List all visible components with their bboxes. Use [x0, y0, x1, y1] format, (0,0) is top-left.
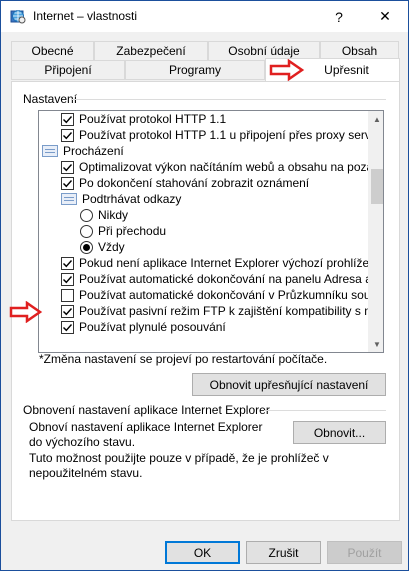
window-title: Internet – vlastnosti: [33, 9, 138, 23]
category-label: Procházení: [63, 144, 124, 158]
tab-zabezpeceni[interactable]: Zabezpečení: [94, 41, 208, 61]
ok-button[interactable]: OK: [165, 541, 240, 564]
tab-label: Upřesnit: [324, 63, 369, 77]
tab-label: Osobní údaje: [228, 44, 300, 58]
cancel-button[interactable]: Zrušit: [246, 541, 321, 564]
title-bar[interactable]: Internet – vlastnosti ? ✕: [1, 1, 408, 32]
apply-button: Použít: [327, 541, 402, 564]
settings-group-title: Nastavení: [23, 92, 78, 106]
category-icon: [42, 145, 58, 157]
radio-button[interactable]: [80, 224, 93, 238]
setting-category: Procházení: [42, 143, 124, 159]
button-label: Zrušit: [268, 545, 299, 560]
settings-tree[interactable]: Používat protokol HTTP 1.1 Používat prot…: [38, 110, 384, 353]
button-label: Obnovit upřesňující nastavení: [209, 377, 369, 392]
setting-item[interactable]: Používat protokol HTTP 1.1 u připojení p…: [61, 127, 382, 143]
reset-section-title: Obnovení nastavení aplikace Internet Exp…: [23, 403, 270, 417]
checkbox[interactable]: [61, 128, 74, 142]
annotation-arrow-icon: [269, 59, 305, 81]
tab-label: Programy: [168, 63, 221, 77]
checkbox[interactable]: [61, 160, 74, 174]
reset-warning-text: Tuto možnost použijte pouze v případě, ž…: [29, 451, 329, 480]
setting-radio-item[interactable]: Nikdy: [80, 207, 128, 223]
category-icon: [61, 193, 77, 205]
setting-item[interactable]: Po dokončení stahování zobrazit oznámení: [61, 175, 309, 191]
category-label: Podtrhávat odkazy: [82, 192, 182, 206]
checkbox[interactable]: [61, 320, 74, 334]
setting-label: Vždy: [98, 240, 125, 254]
scroll-down-icon[interactable]: ▼: [369, 336, 383, 352]
setting-label: Používat pasivní režim FTP k zajištění k…: [79, 304, 384, 318]
checkbox[interactable]: [61, 272, 74, 286]
setting-radio-item[interactable]: Při přechodu: [80, 223, 166, 239]
radio-button-selected[interactable]: [80, 240, 93, 254]
checkbox[interactable]: [61, 176, 74, 190]
setting-label: Používat plynulé posouvání: [79, 320, 226, 334]
setting-label: Pokud není aplikace Internet Explorer vý…: [79, 256, 384, 270]
tab-label: Zabezpečení: [116, 44, 186, 58]
help-button[interactable]: ?: [316, 1, 362, 32]
setting-item[interactable]: Používat protokol HTTP 1.1: [61, 111, 226, 127]
setting-radio-item[interactable]: Vždy: [80, 239, 125, 255]
vertical-scrollbar[interactable]: ▲ ▼: [368, 111, 383, 352]
setting-subcategory: Podtrhávat odkazy: [61, 191, 181, 207]
restart-note: *Změna nastavení se projeví po restartov…: [39, 352, 328, 366]
tab-label: Připojení: [44, 63, 92, 77]
annotation-arrow-icon: [9, 301, 43, 323]
advanced-tab-panel: Nastavení Používat protokol HTTP 1.1 Pou…: [9, 81, 400, 521]
checkbox[interactable]: [61, 288, 74, 302]
setting-item[interactable]: Optimalizovat výkon načítáním webů a obs…: [61, 159, 383, 175]
internet-options-icon: [10, 10, 26, 24]
button-label: Použít: [347, 545, 382, 560]
internet-options-window: Internet – vlastnosti ? ✕ Obecné Zabezpe…: [0, 0, 409, 571]
divider: [264, 410, 386, 411]
setting-label: Při přechodu: [98, 224, 167, 238]
button-label: OK: [193, 545, 212, 560]
setting-label: Po dokončení stahování zobrazit oznámení: [79, 176, 310, 190]
tab-programy[interactable]: Programy: [125, 60, 265, 80]
reset-description: Obnoví nastavení aplikace Internet Explo…: [29, 420, 263, 449]
tab-label: Obecné: [31, 44, 74, 58]
button-label: Obnovit...: [313, 425, 366, 440]
radio-button[interactable]: [80, 208, 93, 222]
tab-label: Obsah: [341, 44, 378, 58]
setting-item-passive-ftp[interactable]: Používat pasivní režim FTP k zajištění k…: [61, 303, 384, 319]
setting-label: Používat protokol HTTP 1.1: [79, 112, 227, 126]
setting-item[interactable]: Používat automatické dokončování na pane…: [61, 271, 384, 287]
setting-item[interactable]: Používat automatické dokončování v Průzk…: [61, 287, 384, 303]
scroll-thumb[interactable]: [371, 169, 383, 204]
checkbox[interactable]: [61, 304, 74, 318]
checkbox[interactable]: [61, 256, 74, 270]
checkbox[interactable]: [61, 112, 74, 126]
tab-pripojeni[interactable]: Připojení: [11, 60, 125, 80]
setting-item[interactable]: Používat plynulé posouvání: [61, 319, 226, 335]
setting-label: Používat automatické dokončování na pane…: [79, 272, 384, 286]
close-button[interactable]: ✕: [362, 1, 408, 32]
setting-label: Používat protokol HTTP 1.1 u připojení p…: [79, 128, 382, 142]
setting-label: Nikdy: [98, 208, 129, 222]
reset-button[interactable]: Obnovit...: [293, 421, 386, 444]
divider: [72, 99, 386, 100]
scroll-up-icon[interactable]: ▲: [369, 111, 383, 127]
restore-advanced-settings-button[interactable]: Obnovit upřesňující nastavení: [192, 373, 386, 396]
tab-obecne[interactable]: Obecné: [11, 41, 94, 61]
setting-item[interactable]: Pokud není aplikace Internet Explorer vý…: [61, 255, 384, 271]
setting-label: Optimalizovat výkon načítáním webů a obs…: [79, 160, 384, 174]
setting-label: Používat automatické dokončování v Průzk…: [79, 288, 384, 302]
